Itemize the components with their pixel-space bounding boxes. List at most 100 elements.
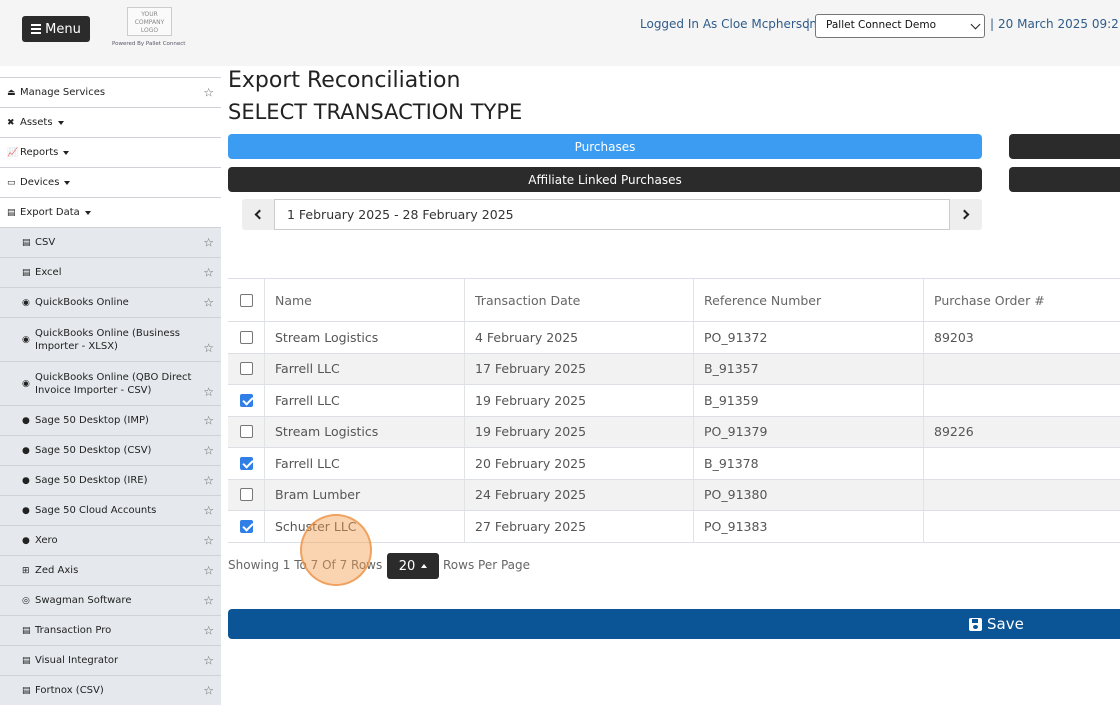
chevron-left-icon xyxy=(254,209,265,220)
purchases-button[interactable]: Purchases xyxy=(228,134,982,159)
column-header-reference-number[interactable]: Reference Number xyxy=(694,279,924,321)
sidebar-item[interactable]: ◉ QuickBooks Online ☆ xyxy=(0,287,221,317)
column-header-purchase-order[interactable]: Purchase Order # xyxy=(924,279,1120,321)
sidebar: ⏏ Manage Services ☆ ✖ Assets 📈 Reports ▭ Devices… xyxy=(0,77,221,709)
next-range-button[interactable] xyxy=(950,199,982,230)
table-row[interactable]: Farrell LLC 20 February 2025 B_91378 xyxy=(228,448,1120,480)
table-row[interactable]: Bram Lumber 24 February 2025 PO_91380 xyxy=(228,479,1120,511)
favorite-star-icon[interactable]: ☆ xyxy=(203,533,214,547)
cell-name: Farrell LLC xyxy=(265,385,465,416)
sidebar-item[interactable]: ● Sage 50 Cloud Accounts ☆ xyxy=(0,495,221,525)
cell-purchase-order xyxy=(924,480,1120,511)
company-logo: YOUR COMPANY LOGO xyxy=(127,7,172,36)
table-row[interactable]: Stream Logistics 4 February 2025 PO_91372 8… xyxy=(228,322,1120,354)
affiliate-linked-purchases-button[interactable]: Affiliate Linked Purchases xyxy=(228,167,982,192)
quickbooks-icon: ◉ xyxy=(22,378,30,389)
quickbooks-icon: ◉ xyxy=(22,297,30,308)
cell-purchase-order xyxy=(924,448,1120,479)
favorite-star-icon[interactable]: ☆ xyxy=(203,473,214,487)
favorite-star-icon[interactable]: ☆ xyxy=(203,683,214,697)
swagman-icon: ◎ xyxy=(22,595,30,606)
table-row[interactable]: Stream Logistics 19 February 2025 PO_91379… xyxy=(228,416,1120,448)
sidebar-item[interactable]: ◎ Swagman Software ☆ xyxy=(0,585,221,615)
sidebar-item[interactable]: ◉ QuickBooks Online (QBO Direct Invoice I… xyxy=(0,361,221,405)
favorite-star-icon[interactable]: ☆ xyxy=(203,443,214,457)
csv-file-icon: ▤ xyxy=(22,237,31,248)
row-checkbox[interactable] xyxy=(240,519,253,533)
company-select-value: Pallet Connect Demo xyxy=(826,19,936,31)
row-checkbox[interactable] xyxy=(240,393,253,407)
date-range-input[interactable]: 1 February 2025 - 28 February 2025 xyxy=(274,199,950,230)
sidebar-item-label: Manage Services xyxy=(20,87,106,98)
cell-transaction-date: 17 February 2025 xyxy=(465,353,694,384)
sidebar-item[interactable]: ▤ Export Data xyxy=(0,197,221,227)
cell-name: Bram Lumber xyxy=(265,479,465,510)
favorite-star-icon[interactable]: ☆ xyxy=(203,265,214,279)
favorite-star-icon[interactable]: ☆ xyxy=(203,563,214,577)
sidebar-item[interactable]: ◉ QuickBooks Online (Business Importer - … xyxy=(0,317,221,361)
table-row[interactable]: Farrell LLC 19 February 2025 B_91359 xyxy=(228,385,1120,417)
sidebar-item-label: QuickBooks Online xyxy=(35,297,129,308)
cell-purchase-order: 89226 xyxy=(934,424,974,440)
table-row[interactable]: Farrell LLC 17 February 2025 B_91357 xyxy=(228,353,1120,385)
sidebar-item-label: Export Data xyxy=(20,207,80,218)
page-title: Export Reconciliation xyxy=(228,68,461,93)
cell-reference-number: PO_91372 xyxy=(694,322,924,353)
column-header-name[interactable]: Name xyxy=(265,279,465,321)
caret-down-icon xyxy=(63,150,70,155)
sidebar-item[interactable]: 📈 Reports xyxy=(0,137,221,167)
transaction-type-button[interactable] xyxy=(1009,134,1120,159)
favorite-star-icon[interactable]: ☆ xyxy=(203,653,214,667)
monitor-icon: ▭ xyxy=(7,177,16,188)
sidebar-item[interactable]: ▭ Devices xyxy=(0,167,221,197)
favorite-star-icon[interactable]: ☆ xyxy=(203,341,214,355)
sidebar-item[interactable]: ● Sage 50 Desktop (IRE) ☆ xyxy=(0,465,221,495)
favorite-star-icon[interactable]: ☆ xyxy=(203,503,214,517)
logged-in-user: Logged In As Cloe Mcpherson xyxy=(640,17,818,31)
select-all-checkbox[interactable] xyxy=(240,293,253,307)
favorite-star-icon[interactable]: ☆ xyxy=(203,385,214,399)
sidebar-item-label: Xero xyxy=(35,535,58,546)
cell-purchase-order xyxy=(924,354,1120,385)
previous-range-button[interactable] xyxy=(242,199,274,230)
row-checkbox[interactable] xyxy=(240,362,253,376)
favorite-star-icon[interactable]: ☆ xyxy=(203,85,214,99)
sidebar-item[interactable]: ● Sage 50 Desktop (CSV) ☆ xyxy=(0,435,221,465)
favorite-star-icon[interactable]: ☆ xyxy=(203,235,214,249)
transactions-table: Name Transaction Date Reference Number P… xyxy=(228,278,1120,543)
powered-by-text: Powered By Pallet Connect xyxy=(112,41,186,47)
favorite-star-icon[interactable]: ☆ xyxy=(203,623,214,637)
row-checkbox-cell xyxy=(228,353,265,384)
sidebar-item[interactable]: ▤ Fortnox (CSV) ☆ xyxy=(0,675,221,705)
sidebar-item[interactable]: ● Xero ☆ xyxy=(0,525,221,555)
row-checkbox-cell xyxy=(228,416,265,447)
sidebar-item[interactable]: ▤ CSV ☆ xyxy=(0,227,221,257)
row-checkbox[interactable] xyxy=(240,425,253,439)
sidebar-item[interactable]: ▤ Excel ☆ xyxy=(0,257,221,287)
transaction-type-button[interactable] xyxy=(1009,167,1120,192)
column-header-transaction-date[interactable]: Transaction Date xyxy=(465,279,694,321)
row-checkbox[interactable] xyxy=(240,456,253,470)
cell-name: Farrell LLC xyxy=(265,353,465,384)
sidebar-item[interactable]: ● Sage 50 Desktop (IMP) ☆ xyxy=(0,405,221,435)
rows-per-page-dropdown[interactable]: 20 xyxy=(387,553,439,579)
sidebar-item[interactable]: ▤ Visual Integrator ☆ xyxy=(0,645,221,675)
row-checkbox[interactable] xyxy=(240,330,253,344)
cell-transaction-date: 19 February 2025 xyxy=(465,416,694,447)
sidebar-item-label: Assets xyxy=(20,117,53,128)
sidebar-item[interactable]: ⏏ Manage Services ☆ xyxy=(0,77,221,107)
favorite-star-icon[interactable]: ☆ xyxy=(203,295,214,309)
cell-transaction-date: 27 February 2025 xyxy=(465,511,694,542)
sidebar-item[interactable]: ▤ Transaction Pro ☆ xyxy=(0,615,221,645)
row-checkbox[interactable] xyxy=(240,488,253,502)
cell-name: Farrell LLC xyxy=(265,448,465,479)
rows-per-page-label: Rows Per Page xyxy=(443,558,531,572)
favorite-star-icon[interactable]: ☆ xyxy=(203,593,214,607)
sidebar-item[interactable]: ⊞ Zed Axis ☆ xyxy=(0,555,221,585)
company-select[interactable]: Pallet Connect Demo xyxy=(815,14,985,38)
caret-down-icon xyxy=(84,210,91,215)
favorite-star-icon[interactable]: ☆ xyxy=(203,413,214,427)
menu-button[interactable]: Menu xyxy=(22,16,90,42)
save-button[interactable]: Save xyxy=(228,609,1120,639)
sidebar-item[interactable]: ✖ Assets xyxy=(0,107,221,137)
